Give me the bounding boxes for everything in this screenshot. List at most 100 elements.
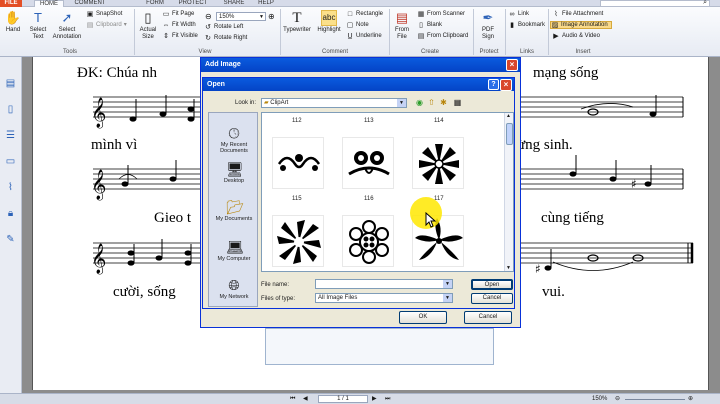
scrollbar-thumb[interactable] xyxy=(506,123,513,145)
select-annotation-button[interactable]: ➚ Select Annotation xyxy=(51,10,83,41)
bookmark-button[interactable]: ▮ Bookmark xyxy=(508,21,545,29)
note-button[interactable]: ▢ Note xyxy=(346,21,369,29)
last-page-icon[interactable]: ⏭ xyxy=(385,394,390,404)
zoom-select[interactable]: 150% ▼ xyxy=(216,12,266,21)
select-text-button[interactable]: T Select Text xyxy=(27,10,49,41)
treble-clef-icon: 𝄞 xyxy=(91,243,106,275)
clipart-thumbnail[interactable] xyxy=(272,215,324,267)
file-attachment-button[interactable]: ⌇ File Attachment xyxy=(552,10,603,18)
previous-page-icon[interactable]: ◀ xyxy=(303,394,308,404)
file-name-input[interactable]: ▼ xyxy=(315,279,453,289)
file-type-select[interactable]: All Image Files ▼ xyxy=(315,293,453,303)
scroll-up-icon[interactable]: ▲ xyxy=(506,113,511,119)
signature-icon[interactable]: ✎ xyxy=(4,233,17,246)
pages-icon[interactable]: ▤ xyxy=(4,77,17,90)
look-in-select[interactable]: ▰ ClipArt ▼ xyxy=(261,98,407,108)
group-label-comment: Comment xyxy=(321,49,348,55)
tab-home[interactable]: HOME xyxy=(34,0,64,7)
vertical-scrollbar[interactable]: ▲ ▼ xyxy=(504,113,513,271)
zoom-out-icon[interactable]: ⊖ xyxy=(615,394,620,404)
rectangle-icon: □ xyxy=(347,10,353,18)
scroll-down-icon[interactable]: ▼ xyxy=(506,265,511,271)
typewriter-button[interactable]: T Typewriter xyxy=(283,10,311,34)
search-input[interactable]: ⌕ xyxy=(600,0,710,7)
zoom-level[interactable]: 150% xyxy=(592,394,607,404)
fit-width-button[interactable]: ⇔ Fit Width xyxy=(162,21,196,29)
first-page-icon[interactable]: ⏮ xyxy=(290,394,295,404)
zoom-out-icon[interactable]: ⊖ xyxy=(205,12,212,21)
new-folder-icon[interactable]: ✱ xyxy=(439,98,448,107)
place-my-network[interactable]: 🌐︎ My Network xyxy=(209,277,259,300)
blank-button[interactable]: ▯ Blank xyxy=(417,21,442,29)
next-page-icon[interactable]: ▶ xyxy=(372,394,377,404)
place-my-computer[interactable]: 💻︎ My Computer xyxy=(209,239,259,262)
group-label-create: Create xyxy=(420,49,439,55)
search-icon[interactable]: ⌕ xyxy=(703,0,707,7)
tab-comment[interactable]: COMMENT xyxy=(70,0,110,7)
bookmarks-icon[interactable]: ▯ xyxy=(4,103,17,116)
from-clipboard-button[interactable]: ▤ From Clipboard xyxy=(417,32,469,40)
hand-tool-button[interactable]: ✋ Hand xyxy=(3,10,23,34)
treble-clef-icon: 𝄞 xyxy=(91,97,106,129)
clipboard-icon: ▤ xyxy=(86,21,94,29)
tab-help[interactable]: HELP xyxy=(256,0,276,7)
zoom-slider[interactable] xyxy=(625,399,685,400)
place-my-documents[interactable]: 📂︎ My Documents xyxy=(209,199,259,222)
security-icon[interactable]: 🔒︎ xyxy=(4,207,17,220)
clipart-thumbnail[interactable] xyxy=(342,137,394,189)
back-icon[interactable]: ◉ xyxy=(415,98,424,107)
typewriter-icon: T xyxy=(292,10,302,26)
tab-form[interactable]: FORM xyxy=(142,0,168,7)
layers-icon[interactable]: ☰ xyxy=(4,129,17,142)
view-menu-icon[interactable]: ▦ xyxy=(453,98,462,107)
help-icon[interactable]: ? xyxy=(488,79,499,90)
ribbon-tab-bar: FILE HOME COMMENT FORM PROTECT SHARE HEL… xyxy=(0,0,720,7)
fit-visible-button[interactable]: ⇕ Fit Visible xyxy=(162,32,198,40)
pdf-sign-button[interactable]: ✒ PDF Sign xyxy=(476,10,500,41)
up-folder-icon[interactable]: ⇧ xyxy=(427,98,436,107)
rectangle-button[interactable]: □ Rectangle xyxy=(346,10,383,18)
from-file-button[interactable]: ▤ From File xyxy=(391,10,413,41)
cancel-button[interactable]: Cancel xyxy=(471,293,513,304)
actual-size-button[interactable]: ▯ Actual Size xyxy=(137,10,159,41)
lyric-line: Gieo t xyxy=(154,210,192,226)
file-list[interactable]: 112 113 114 115 116 117 ▲ ▼ xyxy=(261,112,514,272)
clipart-thumbnail[interactable] xyxy=(342,215,394,267)
rotate-left-icon: ↺ xyxy=(205,23,211,31)
chevron-down-icon: ▼ xyxy=(397,99,406,107)
link-button[interactable]: ∞ Link xyxy=(508,10,530,18)
tab-file[interactable]: FILE xyxy=(0,0,22,7)
audio-video-button[interactable]: ▶ Audio & Video xyxy=(552,32,600,40)
page-number-input[interactable]: 1 / 1 xyxy=(318,395,368,403)
comments-icon[interactable]: ▭ xyxy=(4,155,17,168)
rotate-right-button[interactable]: ↻ Rotate Right xyxy=(204,34,247,42)
highlight-icon: abc xyxy=(321,10,337,26)
tab-protect[interactable]: PROTECT xyxy=(176,0,210,7)
cancel-button[interactable]: Cancel xyxy=(464,311,512,324)
chevron-down-icon: ▼ xyxy=(259,14,264,20)
rotate-left-button[interactable]: ↺ Rotate Left xyxy=(204,23,243,31)
place-recent-documents[interactable]: 🕓︎ My Recent Documents xyxy=(209,119,259,154)
tab-share[interactable]: SHARE xyxy=(220,0,248,7)
highlight-button[interactable]: abc Highlight xyxy=(316,10,342,34)
clipart-thumbnail[interactable] xyxy=(412,137,464,189)
zoom-in-icon[interactable]: ⊕ xyxy=(268,12,275,21)
clipart-thumbnail[interactable] xyxy=(272,137,324,189)
close-icon[interactable]: × xyxy=(500,79,512,91)
my-computer-icon: 💻︎ xyxy=(226,239,244,255)
attachments-icon[interactable]: ⌇ xyxy=(4,181,17,194)
place-desktop[interactable]: 🖥︎ Desktop xyxy=(209,161,259,184)
desktop-icon: 🖥︎ xyxy=(226,161,244,177)
clipboard-button[interactable]: ▤ Clipboard ▾ xyxy=(86,21,127,29)
snapshot-button[interactable]: ▣ SnapShot xyxy=(86,10,123,18)
underline-button[interactable]: U̲ Underline xyxy=(346,32,381,40)
open-button[interactable]: Open xyxy=(471,279,513,290)
ok-button[interactable]: OK xyxy=(399,311,447,324)
zoom-in-icon[interactable]: ⊕ xyxy=(688,394,693,404)
close-icon[interactable]: × xyxy=(506,59,518,71)
ribbon-separator xyxy=(280,9,281,55)
from-scanner-button[interactable]: ▦ From Scanner xyxy=(417,10,465,18)
image-annotation-button[interactable]: ▨ Image Annotation xyxy=(550,21,612,29)
fit-page-button[interactable]: ▭ Fit Page xyxy=(162,10,195,18)
file-item-label: 116 xyxy=(364,196,374,202)
